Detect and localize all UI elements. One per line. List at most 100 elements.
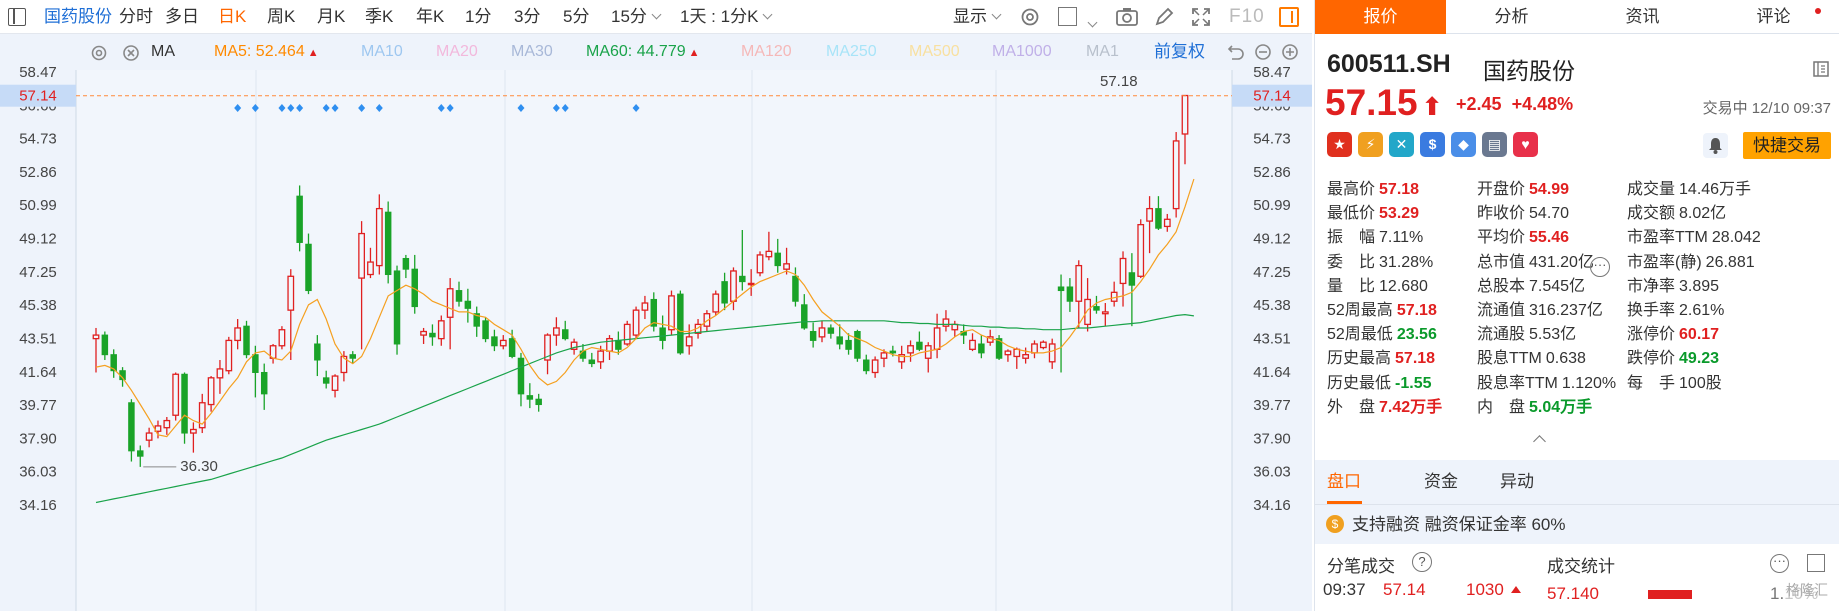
candle-body-up[interactable]: [1031, 343, 1038, 354]
candle-body-down[interactable]: [659, 327, 666, 341]
candle-body-up[interactable]: [942, 318, 950, 327]
candle-body-up[interactable]: [1039, 341, 1047, 349]
candle-body-down[interactable]: [322, 377, 330, 384]
candle-body-up[interactable]: [1172, 140, 1180, 210]
candle-body-up[interactable]: [331, 375, 339, 391]
candle-body-down[interactable]: [827, 327, 835, 334]
kline-chart-area[interactable]: MA MA5: 52.464 ▲ MA10 MA20 MA30 MA60: 44.779…: [0, 34, 1312, 611]
candle-body-up[interactable]: [1004, 350, 1012, 356]
candle-body-down[interactable]: [181, 373, 188, 434]
candle-body-down[interactable]: [393, 270, 401, 345]
candle-body-up[interactable]: [632, 309, 640, 336]
feature-flag-icon-2[interactable]: ✕: [1389, 132, 1414, 157]
orderbook-tab-1[interactable]: 资金: [1424, 460, 1458, 504]
candle-body-down[interactable]: [978, 343, 985, 354]
toolbar-item-8[interactable]: 1分: [465, 0, 491, 34]
candle-body-down[interactable]: [845, 339, 852, 350]
display-menu[interactable]: 显示: [953, 0, 1002, 34]
candle-body-up[interactable]: [880, 352, 888, 359]
toolbar-item-2[interactable]: 多日: [165, 0, 199, 34]
candle-body-down[interactable]: [739, 275, 746, 283]
candle-body-up[interactable]: [756, 254, 764, 274]
sidebar-toggle-icon[interactable]: [8, 8, 26, 26]
orderbook-tab-2[interactable]: 异动: [1500, 460, 1534, 504]
candle-body-up[interactable]: [1022, 354, 1030, 359]
candle-body-down[interactable]: [243, 325, 250, 356]
candle-body-down[interactable]: [384, 211, 392, 276]
candle-body-up[interactable]: [1084, 298, 1092, 326]
camera-icon[interactable]: [1115, 6, 1139, 28]
candle-body-up[interactable]: [499, 339, 507, 347]
candle-body-up[interactable]: [1146, 207, 1153, 222]
candle-body-up[interactable]: [207, 377, 215, 406]
candle-body-down[interactable]: [1128, 272, 1136, 286]
candle-body-up[interactable]: [969, 339, 976, 350]
candle-body-down[interactable]: [517, 357, 525, 395]
candle-body-up[interactable]: [1137, 223, 1145, 277]
candle-body-down[interactable]: [677, 293, 684, 354]
toolbar-item-0[interactable]: 国药股份: [44, 0, 112, 34]
toolbar-item-11[interactable]: 15分: [611, 0, 662, 34]
candle-body-down[interactable]: [854, 331, 861, 359]
candle-body-up[interactable]: [1119, 257, 1127, 285]
candle-body-up[interactable]: [446, 288, 454, 318]
candle-body-up[interactable]: [234, 327, 242, 342]
candle-body-down[interactable]: [1155, 208, 1162, 229]
toolbar-item-12[interactable]: 1天 : 1分K: [680, 0, 773, 34]
candle-body-down[interactable]: [508, 338, 516, 357]
quick-trade-button[interactable]: 快捷交易: [1743, 132, 1831, 159]
candle-body-down[interactable]: [252, 354, 259, 373]
candlestick-chart[interactable]: 58.4758.4756.6056.6054.7354.7352.8652.86…: [0, 34, 1312, 611]
window-dropdown-icon[interactable]: [1087, 17, 1098, 28]
candle-body-up[interactable]: [1101, 311, 1109, 315]
toolbar-item-6[interactable]: 季K: [365, 0, 393, 34]
candle-body-down[interactable]: [137, 450, 144, 457]
candle-body-down[interactable]: [916, 341, 923, 350]
expand-icon[interactable]: [1807, 554, 1825, 572]
candle-body-down[interactable]: [305, 243, 312, 292]
feature-flag-icon-4[interactable]: ◆: [1451, 132, 1476, 157]
toolbar-item-5[interactable]: 月K: [317, 0, 345, 34]
candle-body-down[interactable]: [296, 195, 303, 243]
candle-body-down[interactable]: [101, 334, 109, 356]
candle-body-down[interactable]: [455, 290, 463, 302]
candle-body-down[interactable]: [402, 257, 410, 270]
orderbook-tab-0[interactable]: 盘口: [1327, 460, 1361, 504]
candle-body-up[interactable]: [871, 359, 879, 374]
panel-tab-2[interactable]: 资讯: [1577, 0, 1708, 34]
candle-body-up[interactable]: [225, 339, 233, 372]
fullscreen-icon[interactable]: [1190, 6, 1212, 28]
toolbar-item-7[interactable]: 年K: [416, 0, 444, 34]
candle-body-down[interactable]: [792, 275, 799, 302]
candle-body-up[interactable]: [287, 275, 295, 311]
more-icon[interactable]: ···: [1770, 554, 1789, 573]
candle-body-up[interactable]: [818, 327, 826, 338]
candle-body-down[interactable]: [579, 350, 587, 359]
candle-body-down[interactable]: [1066, 286, 1074, 302]
toolbar-item-3[interactable]: 日K: [218, 0, 246, 34]
candle-body-down[interactable]: [1057, 286, 1065, 292]
candle-body-up[interactable]: [420, 330, 427, 336]
candle-body-down[interactable]: [801, 304, 808, 329]
window-icon[interactable]: [1058, 7, 1077, 26]
candle-body-up[interactable]: [367, 261, 374, 276]
candle-body-up[interactable]: [668, 295, 675, 331]
candle-body-up[interactable]: [552, 327, 560, 336]
panel-tab-3[interactable]: 评论: [1708, 0, 1839, 34]
candle-body-up[interactable]: [712, 293, 720, 313]
collapse-arrow-icon[interactable]: [1533, 435, 1546, 448]
more-info-icon[interactable]: ···: [1590, 257, 1610, 277]
draw-pen-icon[interactable]: [1153, 6, 1175, 28]
candle-body-down[interactable]: [836, 336, 843, 345]
candle-body-up[interactable]: [623, 323, 631, 345]
candle-body-up[interactable]: [641, 302, 649, 311]
candle-body-up[interactable]: [907, 345, 914, 354]
candle-body-up[interactable]: [1181, 94, 1189, 135]
candle-body-down[interactable]: [349, 354, 357, 359]
candle-body-up[interactable]: [358, 232, 366, 279]
candle-body-down[interactable]: [1093, 306, 1100, 311]
candle-body-up[interactable]: [730, 270, 737, 302]
candle-body-up[interactable]: [783, 263, 790, 270]
feature-flag-icon-5[interactable]: ▤: [1482, 132, 1507, 157]
candle-body-down[interactable]: [809, 331, 817, 341]
